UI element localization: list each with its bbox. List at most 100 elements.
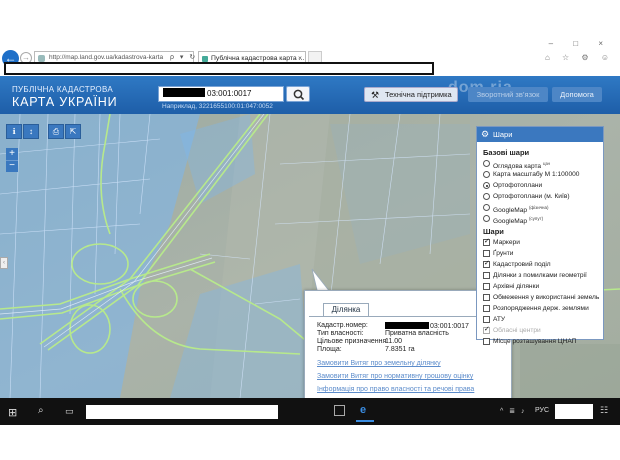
overlay-layer-option[interactable]: Обмеження у використанні земель	[483, 293, 603, 304]
task-view-icon[interactable]: ▭	[65, 406, 74, 417]
address-tools[interactable]: ρ ▾ ↻	[170, 53, 197, 61]
help-button[interactable]: Допомога	[552, 87, 602, 102]
parcel-value: Приватна власність	[385, 330, 449, 337]
overlay-layer-option[interactable]: Кадастровий поділ	[483, 259, 603, 271]
layer-label: Ортофотоплани (м. Київ)	[493, 193, 570, 200]
zoom-out-button[interactable]: −	[6, 160, 18, 172]
radio-button[interactable]	[483, 215, 490, 222]
checkbox[interactable]	[483, 237, 490, 247]
parcel-value: 03:001:0017	[430, 323, 469, 330]
overlay-layer-option[interactable]: Ділянки з помилками геометрії	[483, 271, 603, 282]
overlay-layer-option[interactable]: Ґрунти	[483, 249, 603, 260]
overlay-layer-option[interactable]: Архівні ділянки	[483, 282, 603, 293]
overlay-layers-heading: Шари	[483, 227, 504, 236]
tab-title: Публічна кадастрова карта ...	[211, 55, 305, 62]
checkbox[interactable]	[483, 283, 490, 290]
search-icon[interactable]: ⌕	[38, 405, 44, 416]
map-view[interactable]: ℹ ↕ ⎙ ⇱ + − ‹ Ділянка Кадастр.номер: 03:…	[0, 114, 620, 398]
layer-label-note: цзн	[542, 161, 551, 166]
taskbar-app-icon[interactable]	[334, 405, 345, 416]
order-valuation-link[interactable]: Замовити Витяг про нормативну грошову оц…	[317, 373, 473, 380]
base-layer-option[interactable]: GoogleMap (супут)	[483, 214, 603, 225]
tab-parcel[interactable]: Ділянка	[323, 303, 369, 316]
layer-label: Обласні центри	[493, 327, 541, 334]
radio-button[interactable]	[483, 193, 490, 200]
overlay-layer-option[interactable]: Місце розташування ЦНАП	[483, 337, 603, 348]
layer-label: Розпорядження держ. землями	[493, 305, 589, 312]
cadastral-search-input[interactable]: 03:001:0017	[158, 86, 284, 102]
redacted-clock	[555, 404, 593, 419]
base-layer-option[interactable]: Оглядова карта цзн	[483, 159, 603, 170]
browser-toolbar-icons[interactable]: ⌂ ☆ ⚙ ☺	[545, 53, 614, 62]
start-icon[interactable]: ⊞	[8, 406, 17, 419]
layer-label: АТУ	[493, 316, 506, 323]
checkbox[interactable]	[483, 272, 490, 279]
parcel-key: Цільове призначення:	[317, 338, 389, 345]
radio-button[interactable]	[483, 182, 490, 189]
checkbox	[483, 325, 490, 335]
base-layer-option[interactable]: GoogleMap (фізична)	[483, 203, 603, 214]
tech-support-label: Технічна підтримка	[385, 90, 452, 99]
layer-label: Маркери	[493, 239, 520, 246]
layer-label-note: (супут)	[528, 216, 544, 221]
language-indicator[interactable]: РУС	[535, 407, 549, 414]
bottom-margin	[0, 425, 620, 460]
radio-button[interactable]	[483, 160, 490, 167]
overlay-layers-list: Маркери Ґрунти Кадастровий поділ Ділянки з …	[483, 237, 603, 348]
logo-title[interactable]: КАРТА УКРАЇНИ	[12, 95, 117, 109]
layers-panel-body: Базові шари Оглядова карта цзн Карта масш…	[477, 142, 603, 348]
radio-button[interactable]	[483, 171, 490, 178]
base-layer-option[interactable]: Карта масштабу М 1:100000	[483, 170, 603, 181]
window-controls[interactable]: – □ ×	[549, 39, 612, 48]
search-hint: Наприклад, 3221655100:01:047:0052	[162, 103, 273, 110]
identify-icon[interactable]: ℹ	[6, 124, 22, 139]
internet-explorer-icon[interactable]: e	[355, 404, 375, 422]
checkbox[interactable]	[483, 305, 490, 312]
overlay-layer-option[interactable]: Розпорядження держ. землями	[483, 304, 603, 315]
checkbox[interactable]	[483, 316, 490, 323]
parcel-key: Кадастр.номер:	[317, 322, 368, 329]
search-icon	[293, 89, 305, 101]
radio-button[interactable]	[483, 204, 490, 211]
notifications-icon[interactable]: ☷	[600, 405, 608, 416]
system-tray-icons[interactable]: ^ ≣ ♪	[500, 407, 527, 415]
checkbox[interactable]	[483, 294, 490, 301]
ownership-info-link[interactable]: Інформація про право власності та речові…	[317, 386, 474, 393]
overlay-layer-option[interactable]: Маркери	[483, 237, 603, 249]
order-extract-link[interactable]: Замовити Витяг про земельну ділянку	[317, 360, 441, 367]
tools-icon: ⚒	[371, 90, 380, 100]
redacted-taskbar-area	[86, 405, 278, 419]
layer-label: Обмеження у використанні земель	[493, 294, 600, 301]
layer-label: Ортофотоплани	[493, 182, 543, 189]
layer-label-note: (фізична)	[528, 205, 549, 210]
base-layers-list: Оглядова карта цзн Карта масштабу М 1:100…	[483, 159, 603, 225]
redacted-number	[163, 88, 205, 97]
site-header: ПУБЛІЧНА КАДАСТРОВА КАРТА УКРАЇНИ 03:001…	[0, 76, 620, 114]
layers-panel-header[interactable]: ⚙ Шари	[477, 127, 603, 142]
layers-panel-title: Шари	[493, 130, 513, 139]
parcel-value: 7.8351 га	[385, 346, 415, 353]
redacted-bar	[4, 62, 434, 75]
checkbox[interactable]	[483, 250, 490, 257]
search-button[interactable]	[286, 86, 310, 102]
print-icon[interactable]: ⎙	[48, 124, 64, 139]
parcel-key: Тип власності:	[317, 330, 364, 337]
base-layer-option[interactable]: Ортофотоплани (м. Київ)	[483, 192, 603, 203]
layer-label: GoogleMap	[493, 218, 528, 226]
parcel-row-purpose: Цільове призначення: 11.00	[317, 338, 402, 345]
pan-icon[interactable]: ⇱	[65, 124, 81, 139]
zoom-in-button[interactable]: +	[6, 148, 18, 160]
side-panel-toggle[interactable]: ‹	[0, 257, 8, 269]
redacted-number	[385, 322, 429, 329]
checkbox[interactable]	[483, 259, 490, 269]
feedback-button[interactable]: Зворотний зв’язок	[468, 87, 548, 102]
layer-label: Кадастровий поділ	[493, 261, 551, 268]
browser-chrome: ← → http://map.land.gov.ua/kadastrova-ka…	[0, 34, 620, 67]
measure-icon[interactable]: ↕	[23, 124, 39, 139]
layer-label: Ґрунти	[493, 250, 514, 257]
parcel-row-cadastral-number: Кадастр.номер: 03:001:0017	[317, 322, 469, 330]
checkbox[interactable]	[483, 338, 490, 345]
overlay-layer-option[interactable]: АТУ	[483, 315, 603, 326]
base-layer-option[interactable]: Ортофотоплани	[483, 181, 603, 192]
tech-support-button[interactable]: ⚒ Технічна підтримка	[364, 87, 458, 102]
